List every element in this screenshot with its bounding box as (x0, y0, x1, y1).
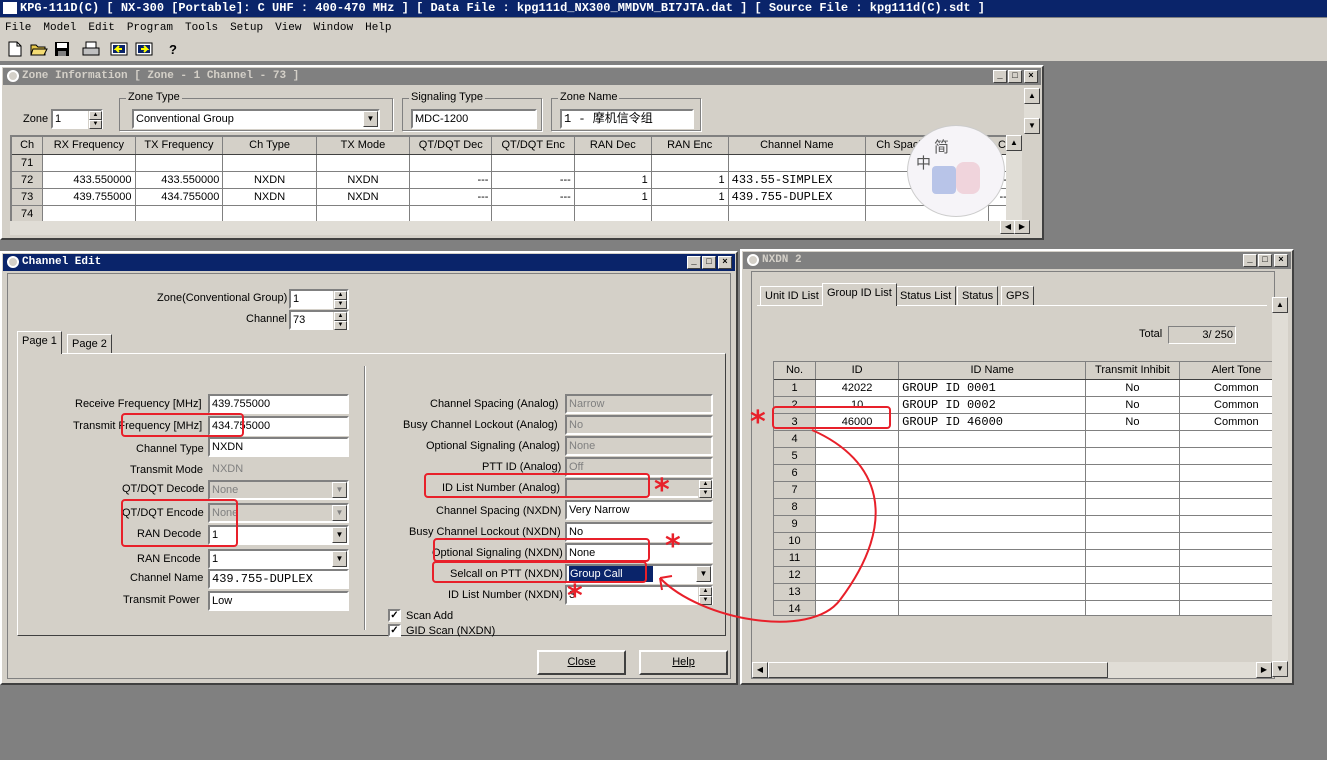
asterisk-icon: * (750, 405, 766, 440)
tab-page-1-label: Page 1 (22, 335, 57, 347)
tab-group-id-list[interactable]: Group ID List (822, 283, 897, 306)
annotation-overlay: * * * * (121, 405, 891, 623)
channel-spacing-nxdn-highlight (424, 473, 650, 498)
asterisk-icon: * (654, 473, 670, 508)
tab-group-id-list-label: Group ID List (827, 287, 892, 299)
selcall-highlight (433, 538, 650, 562)
channel-type-highlight (121, 413, 244, 437)
asterisk-icon: * (665, 529, 681, 564)
annotation-arrow (659, 429, 877, 623)
tab-page-1[interactable]: Page 1 (17, 331, 62, 354)
asterisk-icon: * (567, 579, 583, 614)
ran-highlight (121, 499, 238, 547)
group-id-46000-highlight (772, 406, 891, 429)
id-list-number-highlight (432, 561, 647, 583)
